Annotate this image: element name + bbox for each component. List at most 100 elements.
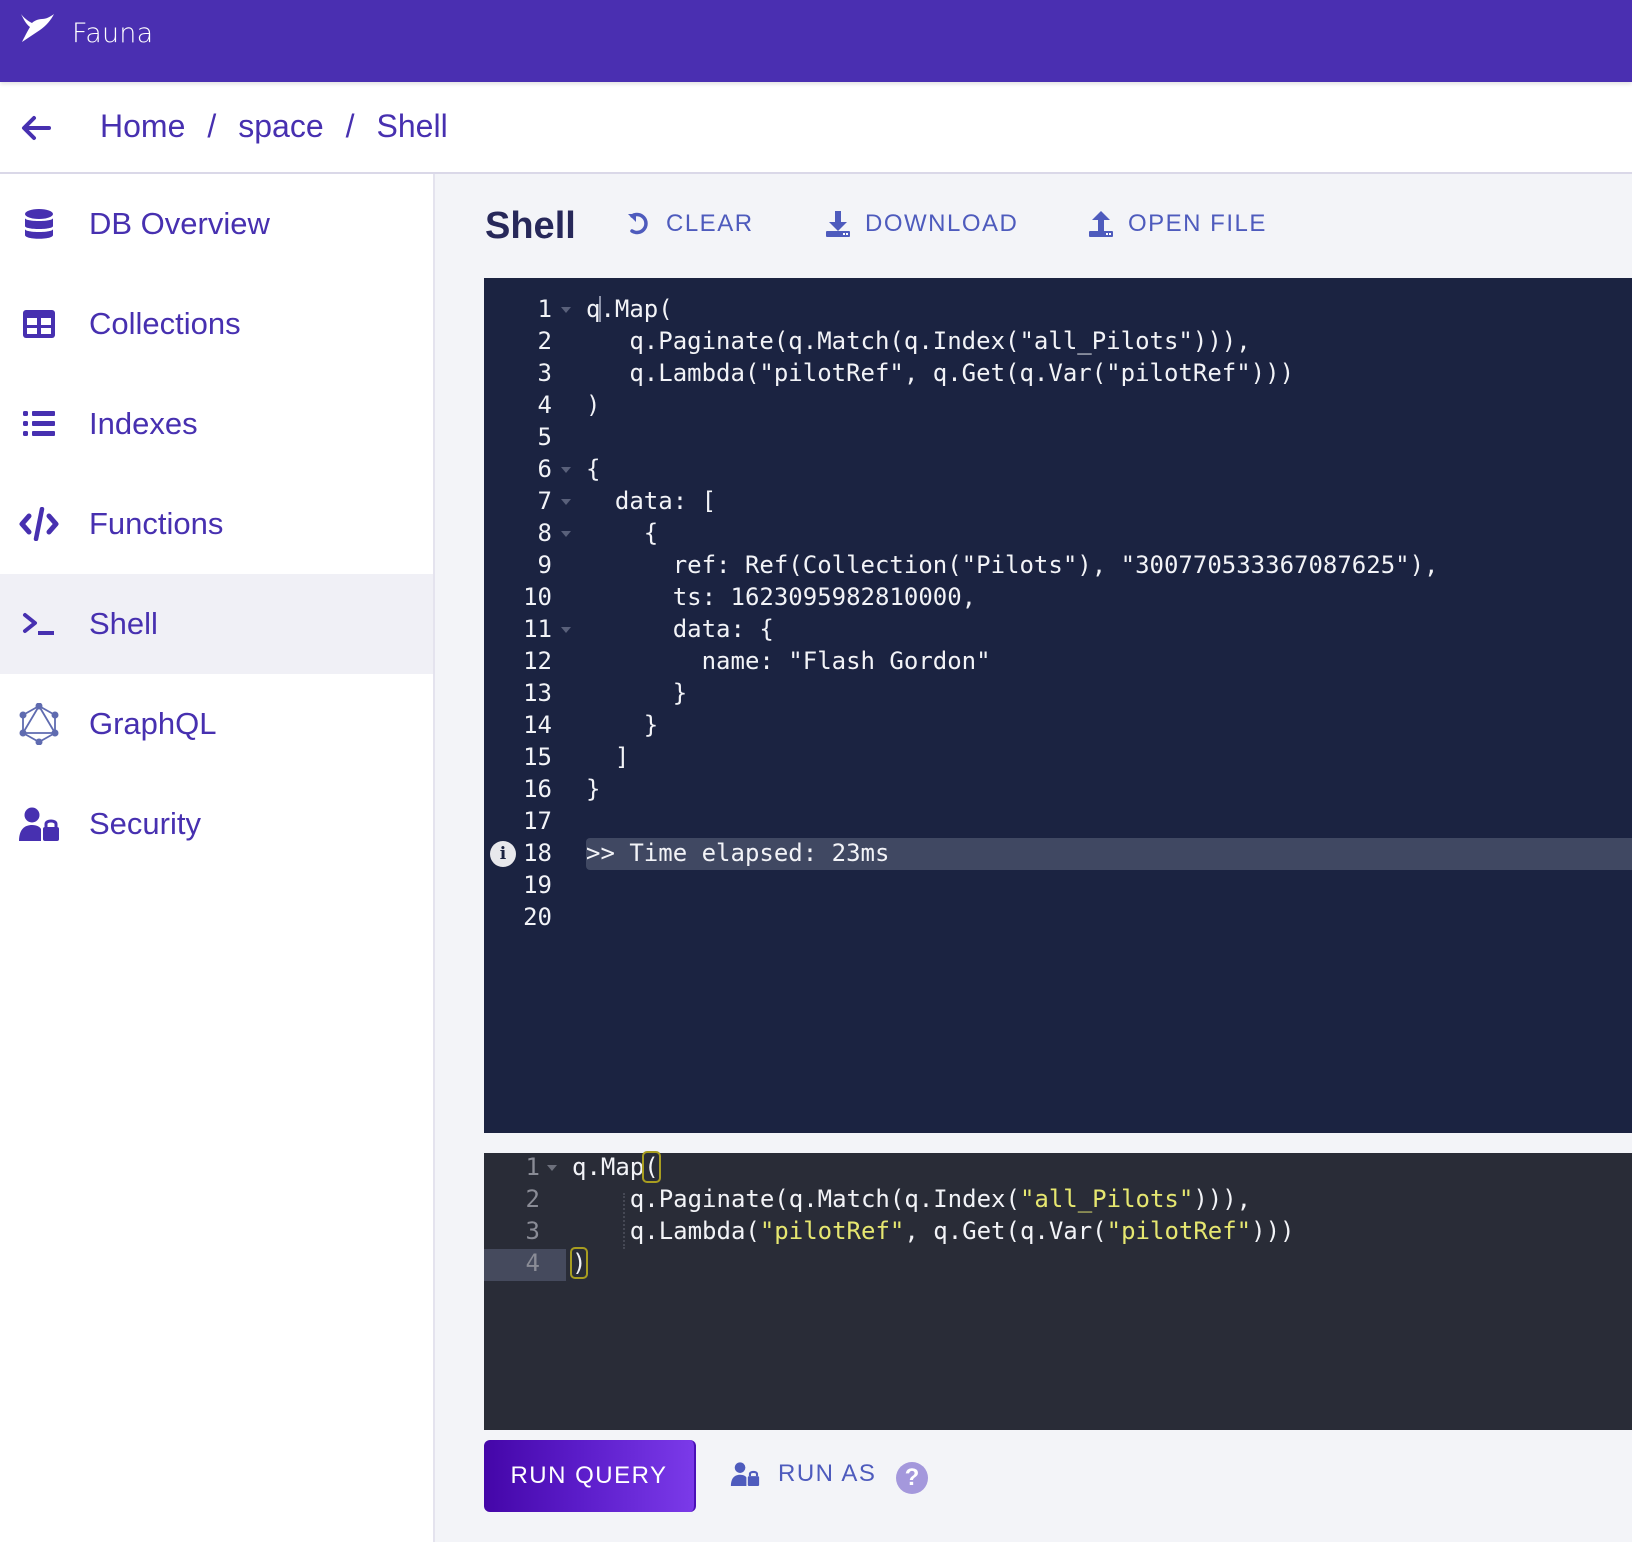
code-token: , q.Get(q.Var( [904,1217,1107,1245]
line-number: 19 [523,871,552,899]
code-text: } [586,711,659,739]
line-number: 18 [523,839,552,867]
code-text: q.Lambda("pilotRef", q.Get(q.Var("pilotR… [572,1217,1295,1245]
sidebar-item-label: Shell [89,606,158,641]
code-text: } [586,775,601,803]
line-number: 1 [525,1153,540,1181]
sidebar-item-db-overview[interactable]: DB Overview [0,174,433,274]
line-number: 7 [537,487,552,515]
output-line: 14 } [484,711,1632,743]
code-text: >> Time elapsed: 23ms [586,839,890,867]
clear-button[interactable]: CLEAR [626,210,754,238]
fold-toggle-icon[interactable] [561,531,571,537]
breadcrumb-space[interactable]: space [238,108,323,145]
output-line: 4) [484,391,1632,423]
line-number: 8 [537,519,552,547]
open-file-label: OPEN FILE [1128,210,1267,237]
line-number: 20 [523,903,552,931]
sidebar-item-label: Functions [89,506,224,541]
output-line: 13 } [484,679,1632,711]
user-lock-icon [730,1462,760,1486]
output-line: 9 ref: Ref(Collection("Pilots"), "300770… [484,551,1632,583]
fold-toggle-icon[interactable] [561,627,571,633]
line-number: 2 [525,1185,540,1213]
output-line: 6{ [484,455,1632,487]
brand-name: Fauna [72,18,154,49]
line-number: 10 [523,583,552,611]
line-number: 12 [523,647,552,675]
run-as-button[interactable]: RUN AS [730,1460,876,1488]
string-token: "all_Pilots" [1019,1185,1194,1213]
code-icon [18,503,60,545]
line-number: 6 [537,455,552,483]
output-line: 1 q.Map( [484,295,1632,327]
sidebar-item-shell[interactable]: Shell [0,574,433,674]
string-token: "pilotRef" [759,1217,905,1245]
code-text: q.Map( [572,1151,661,1183]
sidebar-item-graphql[interactable]: GraphQL [0,674,433,774]
fold-toggle-icon[interactable] [561,307,571,313]
help-icon[interactable]: ? [896,1462,928,1494]
download-button[interactable]: DOWNLOAD [825,210,1018,238]
fold-toggle-icon[interactable] [547,1165,557,1171]
line-number: 14 [523,711,552,739]
code-text: ref: Ref(Collection("Pilots"), "30077053… [586,551,1439,579]
back-arrow-icon[interactable] [20,112,52,144]
fold-toggle-icon[interactable] [561,499,571,505]
line-number: 11 [523,615,552,643]
query-editor[interactable]: 1 q.Map(2 q.Paginate(q.Match(q.Index("all… [484,1151,1632,1430]
output-line: 20 [484,903,1632,935]
output-line: 12 name: "Flash Gordon" [484,647,1632,679]
code-text: } [586,679,688,707]
sidebar-item-label: GraphQL [89,706,217,741]
output-line: 10 ts: 1623095982810000, [484,583,1632,615]
download-icon [826,211,850,237]
code-text: q.Paginate(q.Match(q.Index("all_Pilots")… [586,327,1251,355]
line-number: 3 [525,1217,540,1245]
sidebar-item-functions[interactable]: Functions [0,474,433,574]
code-text: ) [569,1247,589,1279]
sidebar-item-label: Indexes [89,406,198,441]
code-text: ] [586,743,630,771]
clear-label: CLEAR [666,210,754,237]
table-icon [18,303,60,345]
output-line: 2 q.Paginate(q.Match(q.Index("all_Pilots… [484,327,1632,359]
query-line: 2 q.Paginate(q.Match(q.Index("all_Pilots… [484,1185,1632,1217]
breadcrumb-home[interactable]: Home [100,108,185,145]
sidebar-item-label: Security [89,806,201,841]
sidebar-item-collections[interactable]: Collections [0,274,433,374]
sidebar-item-security[interactable]: Security [0,774,433,874]
output-line: 3 q.Lambda("pilotRef", q.Get(q.Var("pilo… [484,359,1632,391]
code-text: q.Map( [586,295,673,323]
code-token: ))) [1251,1217,1295,1245]
fold-toggle-icon[interactable] [561,467,571,473]
download-label: DOWNLOAD [865,210,1019,237]
line-number: 3 [537,359,552,387]
code-text: { [586,455,601,483]
matched-bracket: ( [642,1151,661,1183]
fauna-logo-icon[interactable] [18,10,58,50]
breadcrumb-separator: / [345,108,355,144]
sidebar-item-label: Collections [89,306,241,341]
run-query-button[interactable]: RUN QUERY [484,1440,696,1512]
output-line: 16} [484,775,1632,807]
line-number: 4 [525,1249,540,1277]
breadcrumb-shell[interactable]: Shell [377,108,448,145]
code-token: q.Paginate(q.Match(q.Index( [572,1185,1020,1213]
code-token: q.Map [572,1153,645,1181]
matched-bracket: ) [569,1247,589,1279]
page-title: Shell [485,205,576,247]
line-number: 17 [523,807,552,835]
query-line: 3 q.Lambda("pilotRef", q.Get(q.Var("pilo… [484,1217,1632,1249]
terminal-icon [18,603,60,645]
line-number: 16 [523,775,552,803]
sidebar-item-indexes[interactable]: Indexes [0,374,433,474]
output-editor[interactable]: 1 q.Map(2 q.Paginate(q.Match(q.Index("all… [484,278,1632,1133]
code-text: ) [586,391,601,419]
open-file-button[interactable]: OPEN FILE [1088,210,1267,238]
query-line: 1 q.Map( [484,1151,1632,1185]
query-line: 4) [484,1247,1632,1281]
line-number: 5 [537,423,552,451]
string-token: "pilotRef" [1106,1217,1252,1245]
sidebar-item-label: DB Overview [89,206,270,241]
